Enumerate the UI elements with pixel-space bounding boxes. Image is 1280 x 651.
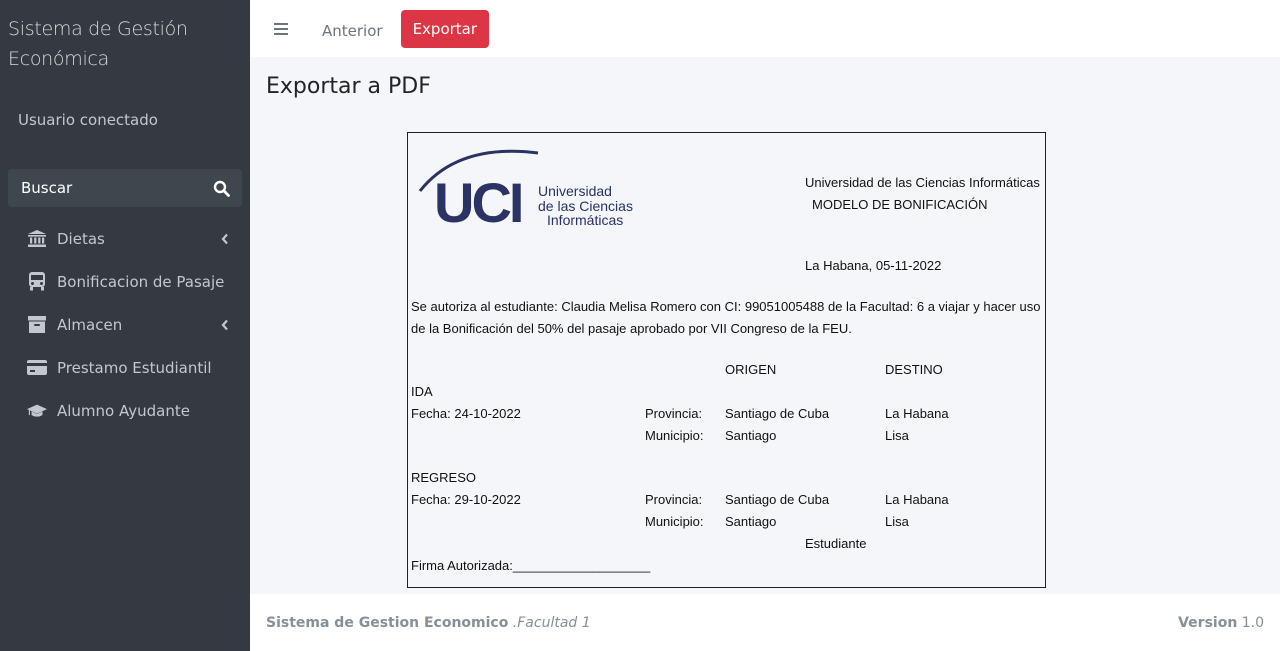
ida-label: IDA: [411, 384, 433, 399]
pdf-preview: UCI Universidad de las Ciencias Informát…: [407, 132, 1046, 588]
sidebar-item-label: Bonificacion de Pasaje: [57, 272, 225, 291]
logo-letters: UCI: [434, 171, 521, 227]
regreso-label: REGRESO: [411, 470, 477, 485]
ida-date: Fecha: 24-10-2022: [411, 406, 521, 421]
brand-line-1: Sistema de Gestión: [8, 18, 188, 40]
uci-logo: UCI Universidad de las Ciencias Informát…: [418, 141, 638, 234]
place-date: La Habana, 05-11-2022: [805, 258, 942, 273]
footer-version-number: 1.0: [1241, 614, 1264, 631]
hamburger-icon: [274, 22, 288, 25]
export-button[interactable]: Exportar: [400, 9, 490, 48]
user-name[interactable]: Usuario conectado: [18, 108, 232, 129]
regreso-municipio-destino: Lisa: [885, 514, 909, 529]
body-line-2: de la Bonificación del 50% del pasaje ap…: [411, 321, 852, 336]
graduation-cap-icon: [27, 401, 47, 421]
sidebar-item-label: Dietas: [57, 229, 105, 248]
logo-text-3: Informáticas: [547, 212, 623, 227]
footer-right: Version 1.0: [1178, 615, 1264, 631]
chevron-left-icon: [220, 319, 230, 331]
search-icon[interactable]: [213, 180, 230, 197]
ida-municipio-destino: Lisa: [885, 428, 909, 443]
student-label: Estudiante: [805, 536, 867, 551]
previous-button[interactable]: Anterior: [320, 18, 385, 44]
menu-toggle-button[interactable]: [270, 18, 292, 40]
bank-icon: [27, 229, 47, 249]
signature-line: Firma Autorizada:___________________: [411, 558, 651, 573]
ida-municipio-label: Municipio:: [645, 428, 704, 443]
column-destination: DESTINO: [885, 362, 943, 377]
footer-faculty: .Facultad 1: [512, 614, 591, 631]
regreso-provincia-destino: La Habana: [885, 492, 949, 507]
ida-provincia-label: Provincia:: [645, 406, 703, 421]
sidebar-item-bonificacion[interactable]: Bonificacion de Pasaje: [0, 260, 250, 303]
ida-municipio-origen: Santiago: [725, 428, 777, 443]
brand-line-2: Económica: [8, 48, 109, 70]
top-navbar: Anterior Exportar: [250, 0, 1280, 57]
sidebar-search[interactable]: Buscar: [8, 169, 242, 207]
footer-app-name: Sistema de Gestion Economico: [266, 614, 509, 631]
regreso-provincia-label: Provincia:: [645, 492, 703, 507]
body-line-1: Se autoriza al estudiante: Claudia Melis…: [411, 299, 1041, 314]
sidebar: Sistema de Gestión Económica Usuario con…: [0, 0, 250, 651]
chevron-left-icon: [220, 233, 230, 245]
sidebar-item-almacen[interactable]: Almacen: [0, 303, 250, 346]
regreso-date: Fecha: 29-10-2022: [411, 492, 521, 507]
sidebar-item-prestamo[interactable]: Prestamo Estudiantil: [0, 346, 250, 389]
column-origin: ORIGEN: [725, 362, 777, 377]
logo-text-1: Universidad: [538, 183, 612, 199]
sidebar-nav: Dietas Bonificacion de Pasaje Almacen Pr…: [0, 217, 250, 432]
ida-provincia-destino: La Habana: [885, 406, 949, 421]
sidebar-item-dietas[interactable]: Dietas: [0, 217, 250, 260]
regreso-municipio-origen: Santiago: [725, 514, 777, 529]
sidebar-item-label: Almacen: [57, 315, 123, 334]
footer-version-label: Version: [1178, 614, 1238, 631]
archive-icon: [27, 315, 47, 335]
search-input[interactable]: Buscar: [21, 179, 72, 197]
brand-title[interactable]: Sistema de Gestión Económica: [0, 0, 250, 100]
bus-icon: [27, 272, 47, 292]
institution-name: Universidad de las Ciencias Informáticas: [805, 175, 1040, 190]
credit-card-icon: [27, 358, 47, 378]
regreso-municipio-label: Municipio:: [645, 514, 704, 529]
sidebar-item-label: Prestamo Estudiantil: [57, 358, 212, 377]
footer: Sistema de Gestion Economico .Facultad 1…: [250, 594, 1280, 651]
sidebar-item-alumno-ayudante[interactable]: Alumno Ayudante: [0, 389, 250, 432]
page-title: Exportar a PDF: [266, 74, 431, 99]
regreso-provincia-origen: Santiago de Cuba: [725, 492, 830, 507]
user-panel: Usuario conectado: [0, 100, 250, 162]
document-model: MODELO DE BONIFICACIÓN: [812, 197, 988, 212]
ida-provincia-origen: Santiago de Cuba: [725, 406, 830, 421]
sidebar-item-label: Alumno Ayudante: [57, 401, 190, 420]
footer-left: Sistema de Gestion Economico .Facultad 1: [266, 615, 591, 631]
